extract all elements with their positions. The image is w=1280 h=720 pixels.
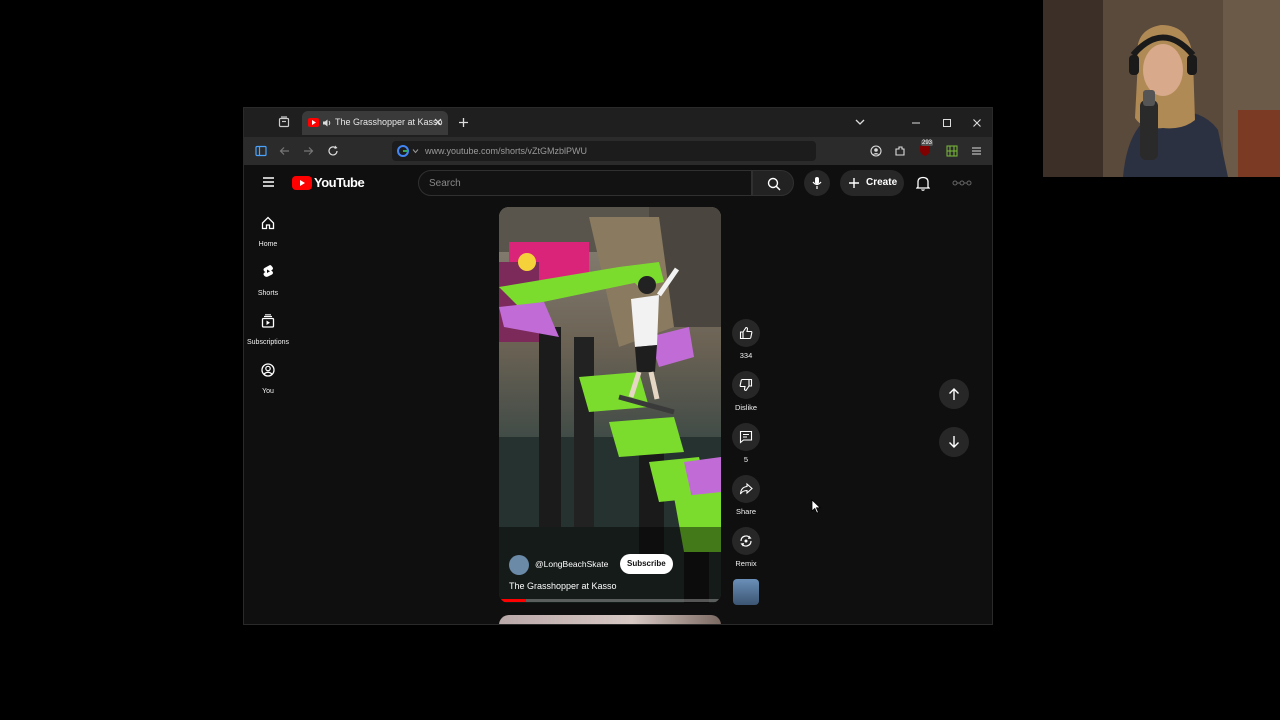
comment-icon [739,430,753,444]
url-field[interactable]: www.youtube.com/shorts/vZtGMzblPWU [425,146,587,156]
next-short-button[interactable] [939,427,969,457]
channel-avatar[interactable] [509,555,529,575]
address-bar-row: www.youtube.com/shorts/vZtGMzblPWU 293 [244,137,992,165]
arrow-up-icon [948,387,960,401]
subscribe-label: Subscribe [627,559,666,568]
microphone-icon [812,176,822,190]
thumbs-up-icon [739,326,753,340]
next-short-preview[interactable] [499,615,721,624]
loading-dots-icon [952,180,972,186]
extensions-icon[interactable] [894,145,906,157]
dislike-button[interactable] [732,371,760,399]
nav-subscriptions[interactable]: Subscriptions [244,311,292,357]
nav-home-label: Home [258,241,278,248]
search-button[interactable] [752,170,794,196]
site-info-chevron-icon[interactable] [412,148,419,154]
maximize-icon[interactable] [942,118,952,128]
short-title: The Grasshopper at Kasso [509,581,617,591]
short-video-player[interactable]: @LongBeachSkate Subscribe The Grasshoppe… [499,207,721,603]
search-placeholder: Search [429,178,461,189]
youtube-page: YouTube Search Create Home Shorts Subscr… [244,165,992,624]
video-progress-fill [499,599,526,602]
back-icon[interactable] [279,146,290,156]
remix-button[interactable] [732,527,760,555]
nav-shorts[interactable]: Shorts [244,262,292,308]
share-button[interactable] [732,475,760,503]
plus-icon [848,177,860,189]
tab-overview-icon[interactable] [278,116,290,128]
close-tab-icon[interactable] [433,117,443,127]
youtube-favicon-icon [308,118,319,127]
webcam-overlay [1043,0,1280,177]
forward-icon[interactable] [303,146,314,156]
nav-subscriptions-label: Subscriptions [246,339,290,346]
search-input[interactable]: Search [418,170,752,196]
nav-shorts-label: Shorts [257,290,279,297]
browser-menu-icon[interactable] [971,146,982,156]
tab-list-chevron-icon[interactable] [855,118,865,126]
extension-badge: 293 [921,140,934,146]
subscribe-button[interactable]: Subscribe [620,554,673,574]
dislike-label: Dislike [734,403,758,412]
hamburger-menu-icon[interactable] [262,176,275,188]
create-button[interactable]: Create [840,170,904,196]
shorts-icon [262,264,274,279]
youtube-logo-text: YouTube [314,175,365,190]
audio-playing-icon[interactable] [322,118,332,128]
nav-home[interactable]: Home [244,213,292,259]
minimize-icon[interactable] [911,118,921,128]
video-progress-bar[interactable] [499,599,721,602]
remix-icon [739,534,753,548]
remix-label: Remix [735,559,757,568]
voice-search-button[interactable] [804,170,830,196]
video-frame [499,207,721,603]
nav-you[interactable]: You [244,360,292,406]
mouse-cursor-icon [811,499,821,514]
comment-count: 5 [743,455,749,464]
google-site-icon[interactable] [397,145,409,157]
tab-title: The Grasshopper at Kasso [335,117,443,127]
share-label: Share [735,507,756,516]
thumbs-down-icon [739,378,753,392]
account-icon[interactable] [870,145,882,157]
tab-bar: The Grasshopper at Kasso [244,108,992,137]
nav-you-label: You [262,388,274,395]
home-icon [261,216,275,230]
arrow-down-icon [948,435,960,449]
subscriptions-icon [261,314,275,328]
reload-icon[interactable] [327,145,339,157]
browser-window: The Grasshopper at Kasso www.youtube.com… [243,107,993,625]
tab-active[interactable]: The Grasshopper at Kasso [302,111,448,135]
grid-extension-icon[interactable] [946,145,958,157]
notifications-bell-icon[interactable] [916,175,930,191]
like-button[interactable] [732,319,760,347]
url-box[interactable]: www.youtube.com/shorts/vZtGMzblPWU [392,141,816,161]
audio-track-thumbnail[interactable] [733,579,759,605]
previous-short-button[interactable] [939,379,969,409]
comments-button[interactable] [732,423,760,451]
create-label: Create [866,177,898,188]
youtube-logo-icon [292,176,312,190]
sidebar-toggle-icon[interactable] [255,145,267,157]
like-count: 334 [739,351,753,360]
search-icon [767,177,781,191]
share-arrow-icon [739,482,753,496]
channel-name[interactable]: @LongBeachSkate [535,559,608,569]
new-tab-icon[interactable] [458,117,469,128]
you-icon [261,363,275,377]
webcam-person-image [1043,0,1280,177]
ublock-icon[interactable]: 293 [918,140,934,157]
close-window-icon[interactable] [972,118,982,128]
youtube-logo[interactable]: YouTube [292,175,372,191]
